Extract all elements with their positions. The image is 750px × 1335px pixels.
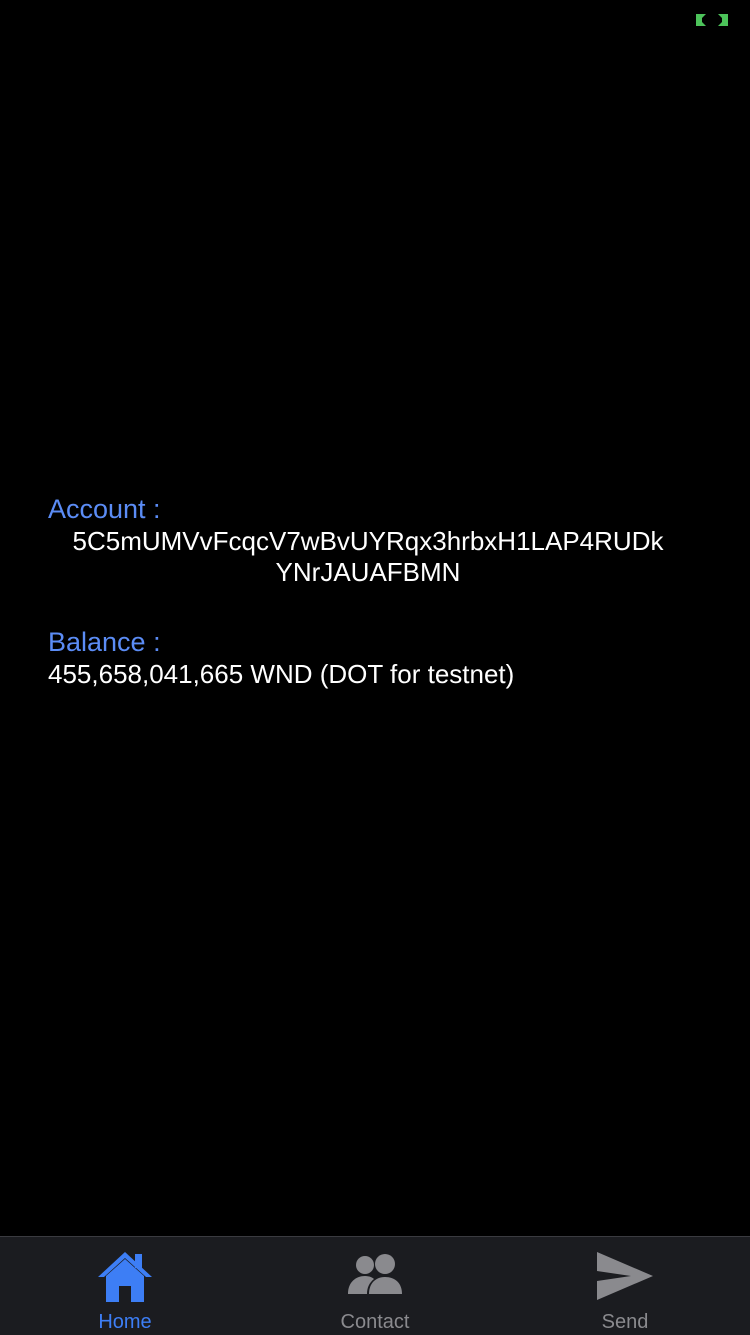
balance-label: Balance : (48, 627, 161, 657)
tab-contact-label: Contact (340, 1311, 410, 1333)
send-icon (593, 1247, 657, 1305)
tab-contact[interactable]: Contact (250, 1237, 500, 1335)
account-address-line-2: YNrJAUAFBMN (275, 557, 461, 587)
tab-home[interactable]: Home (0, 1237, 250, 1335)
tab-send-label: Send (601, 1311, 649, 1333)
tab-bar: Home Contact Send (0, 1236, 750, 1335)
balance-value: 455,658,041,665 WND (DOT for testnet) (48, 659, 515, 689)
account-address-line-1: 5C5mUMVvFcqcV7wBvUYRqx3hrbxH1LAP4RUDk (72, 526, 664, 556)
tab-send[interactable]: Send (500, 1237, 750, 1335)
account-address: 5C5mUMVvFcqcV7wBvUYRqx3hrbxH1LAP4RUDk YN… (48, 526, 688, 588)
account-section: Account : 5C5mUMVvFcqcV7wBvUYRqx3hrbxH1L… (48, 493, 702, 588)
green-bracket-indicator-icon (694, 12, 730, 28)
balance-section: Balance : 455,658,041,665 WND (DOT for t… (48, 626, 702, 690)
tab-home-label: Home (98, 1311, 152, 1333)
home-icon (93, 1247, 157, 1305)
account-label: Account : (48, 494, 161, 524)
contacts-icon (343, 1247, 407, 1305)
